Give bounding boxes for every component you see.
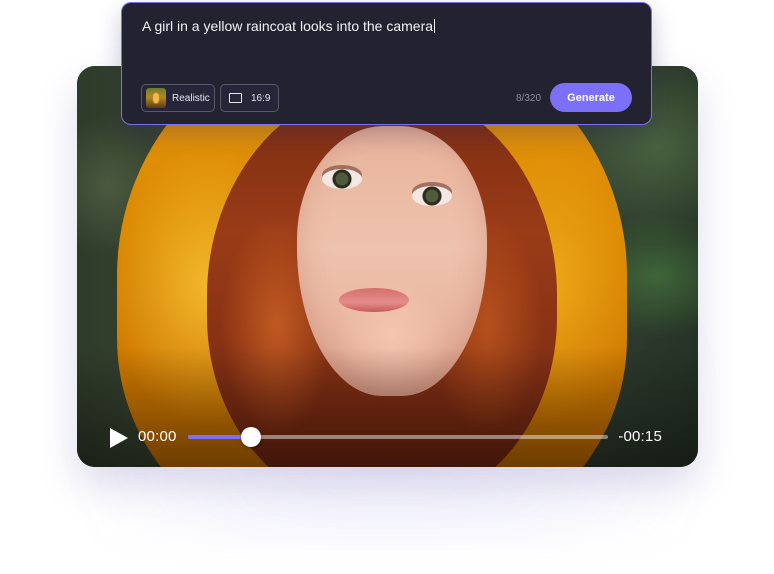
style-selector-label: Realistic (172, 92, 210, 104)
generate-button[interactable]: Generate (550, 83, 632, 112)
video-player[interactable]: 00:00 -00:15 (77, 66, 698, 467)
aspect-ratio-selector[interactable]: 16:9 (220, 84, 279, 112)
right-eye (412, 186, 452, 206)
play-icon (110, 428, 128, 448)
character-counter: 8/320 (516, 93, 542, 104)
aspect-ratio-label: 16:9 (251, 92, 271, 104)
remaining-time: -00:15 (618, 428, 662, 445)
play-button[interactable] (108, 427, 130, 449)
progress-bar[interactable] (188, 427, 608, 447)
player-controls: 00:00 -00:15 (77, 419, 698, 455)
prompt-input[interactable]: A girl in a yellow raincoat looks into t… (142, 17, 631, 35)
text-caret (434, 19, 436, 33)
prompt-panel: A girl in a yellow raincoat looks into t… (121, 2, 652, 125)
aspect-ratio-icon (229, 93, 242, 103)
current-time: 00:00 (138, 428, 177, 445)
left-eye (322, 169, 362, 189)
style-selector[interactable]: Realistic (141, 84, 215, 112)
lips (339, 288, 409, 312)
prompt-input-text: A girl in a yellow raincoat looks into t… (142, 18, 434, 34)
style-thumbnail (146, 88, 166, 108)
stage: 00:00 -00:15 A girl in a yellow raincoat… (0, 0, 774, 574)
progress-thumb[interactable] (241, 427, 261, 447)
video-frame (77, 66, 698, 467)
